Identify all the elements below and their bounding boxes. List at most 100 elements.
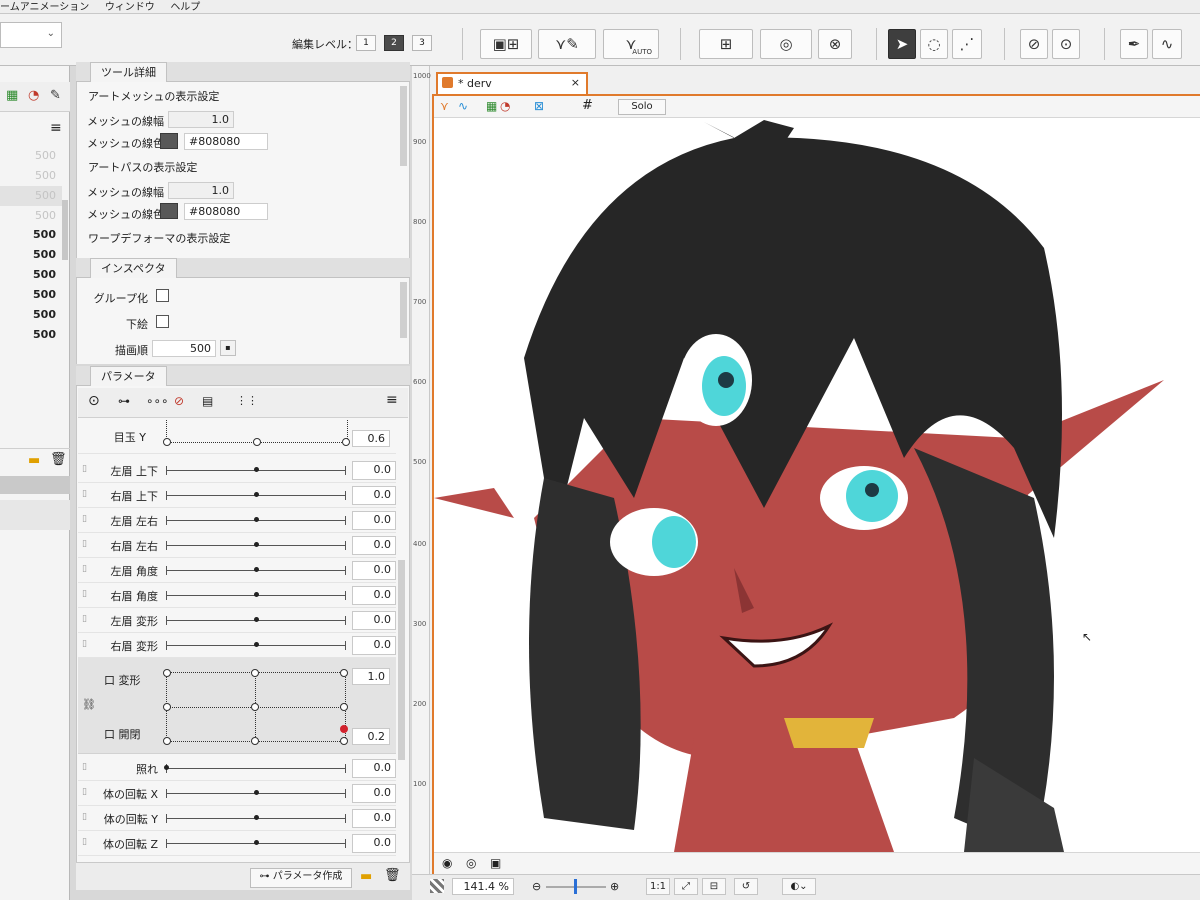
parameter-grid[interactable]: [163, 420, 350, 446]
menu-animation[interactable]: ームアニメーション: [0, 1, 89, 14]
fit-view-icon[interactable]: ⤢: [674, 878, 698, 895]
draw-order-button[interactable]: ▪: [220, 340, 236, 356]
record-icon[interactable]: ▣: [490, 856, 501, 870]
folder-icon[interactable]: ▬: [360, 869, 372, 884]
lock-icon[interactable]: ▯: [82, 787, 87, 797]
key-point[interactable]: [342, 438, 350, 446]
mesh-line-color-input[interactable]: #808080: [184, 133, 268, 150]
parameter-value-input[interactable]: 0.0: [352, 759, 396, 778]
zoom-in-icon[interactable]: ⊕: [610, 880, 619, 893]
key-point[interactable]: [163, 703, 171, 711]
grid-toggle-icon[interactable]: #: [582, 98, 593, 113]
delete-key-icon[interactable]: ⊘: [174, 394, 184, 408]
parameter-value-input[interactable]: 0.0: [352, 636, 396, 655]
list-item[interactable]: 500: [0, 265, 62, 285]
rotation-deformer-button[interactable]: ◎: [760, 29, 812, 59]
grid-icon[interactable]: ▦: [6, 88, 18, 103]
key-form-icon[interactable]: ▤: [202, 394, 213, 408]
parameter-slider[interactable]: [166, 814, 346, 823]
list-item[interactable]: 500: [0, 285, 62, 305]
parameter-slider[interactable]: [166, 566, 346, 575]
scrollbar[interactable]: [400, 86, 407, 166]
parameter-slider[interactable]: [166, 789, 346, 798]
hamburger-menu-icon[interactable]: ≡: [50, 120, 62, 136]
key-point[interactable]: [163, 438, 171, 446]
slider-knob[interactable]: [254, 492, 259, 497]
parameter-row[interactable]: ▯ 左眉 上下 0.0: [78, 458, 396, 483]
parameter-group-icon[interactable]: ⋮⋮: [236, 394, 258, 407]
reset-view-icon[interactable]: ↺: [734, 878, 758, 895]
mesh-display-icon[interactable]: ⋎: [440, 99, 449, 113]
color-swatch[interactable]: [160, 133, 178, 149]
trash-icon[interactable]: 🗑: [384, 868, 401, 883]
zoom-slider-handle[interactable]: [574, 879, 577, 894]
key-point[interactable]: [163, 737, 171, 745]
group-checkbox[interactable]: [156, 289, 169, 302]
key-point[interactable]: [251, 703, 259, 711]
key-point[interactable]: [251, 737, 259, 745]
slider-knob[interactable]: [254, 617, 259, 622]
link-icon[interactable]: ⛓: [82, 698, 96, 711]
slider-knob[interactable]: [254, 642, 259, 647]
lock-icon[interactable]: ▯: [82, 614, 87, 624]
parameter-slider[interactable]: [164, 764, 346, 773]
slider-knob[interactable]: [254, 592, 259, 597]
parameter-value-input[interactable]: 0.0: [352, 784, 396, 803]
slider-knob[interactable]: [254, 467, 259, 472]
parameter-value-input[interactable]: 0.2: [352, 728, 390, 745]
add-key-icon[interactable]: ⊶: [118, 394, 130, 408]
deformer-icon[interactable]: ◔: [500, 99, 510, 113]
path-icon[interactable]: ∿: [458, 99, 468, 113]
warp-deformer-button[interactable]: ⊞: [699, 29, 753, 59]
parameter-row[interactable]: ▯ 照れ 0.0: [78, 756, 396, 781]
key-point[interactable]: [163, 669, 171, 677]
edit-level-1-button[interactable]: 1: [356, 35, 376, 51]
folder-icon[interactable]: ▬: [28, 453, 40, 468]
parameter-slider[interactable]: [166, 839, 346, 848]
menu-help[interactable]: ヘルプ: [170, 1, 200, 14]
slider-knob[interactable]: [254, 840, 259, 845]
grid-icon[interactable]: ▦: [486, 99, 497, 113]
key-point[interactable]: [340, 737, 348, 745]
lasso-tool-button[interactable]: ◌: [920, 29, 948, 59]
list-item[interactable]: 500: [0, 325, 62, 345]
color-swatch[interactable]: [160, 203, 178, 219]
parameter-row[interactable]: ▯ 右眉 左右 0.0: [78, 533, 396, 558]
lock-icon[interactable]: ▯: [82, 812, 87, 822]
camera-icon[interactable]: ◉: [442, 856, 452, 870]
brush-tool-button[interactable]: ⋰: [952, 29, 982, 59]
parameter-value-input[interactable]: 0.0: [352, 511, 396, 530]
parameter-slider[interactable]: [166, 616, 346, 625]
solo-button[interactable]: Solo: [618, 99, 666, 115]
parameter-row[interactable]: ▯ 体の回転 Z 0.0: [78, 831, 396, 856]
create-parameter-button[interactable]: ⊶ パラメータ作成: [250, 868, 352, 888]
actual-size-button[interactable]: 1:1: [646, 878, 670, 895]
auto-mesh-button[interactable]: ⋎ AUTO: [603, 29, 659, 59]
list-item[interactable]: 500: [0, 166, 62, 186]
lock-icon[interactable]: ▯: [82, 464, 87, 474]
zoom-out-icon[interactable]: ⊖: [532, 880, 541, 893]
slider-knob[interactable]: [254, 517, 259, 522]
key-point[interactable]: [340, 669, 348, 677]
parameter-value-input[interactable]: 0.0: [352, 536, 396, 555]
tab-inspector[interactable]: インスペクタ: [90, 258, 177, 278]
parameter-slider[interactable]: [166, 516, 346, 525]
lock-icon[interactable]: ▯: [82, 639, 87, 649]
parameter-value-input[interactable]: 0.0: [352, 611, 396, 630]
parameter-value-input[interactable]: 0.0: [352, 486, 396, 505]
menu-window[interactable]: ウィンドウ: [105, 1, 155, 14]
checker-icon[interactable]: [430, 879, 444, 893]
bounds-icon[interactable]: ⊠: [534, 99, 544, 113]
lock-icon[interactable]: ▯: [82, 837, 87, 847]
parameter-row[interactable]: ▯ 右眉 上下 0.0: [78, 483, 396, 508]
zoom-input[interactable]: 141.4 %: [452, 878, 514, 895]
arrow-tool-button[interactable]: ➤: [888, 29, 916, 59]
pen-tool-button[interactable]: ✒: [1120, 29, 1148, 59]
document-tab[interactable]: * derv ×: [436, 72, 588, 94]
physics-button[interactable]: ⊘: [1020, 29, 1048, 59]
list-item[interactable]: 500: [0, 225, 62, 245]
slider-knob[interactable]: [254, 542, 259, 547]
lock-icon[interactable]: ▯: [82, 539, 87, 549]
draw-order-input[interactable]: 500: [152, 340, 216, 357]
trash-icon[interactable]: 🗑: [50, 452, 67, 467]
